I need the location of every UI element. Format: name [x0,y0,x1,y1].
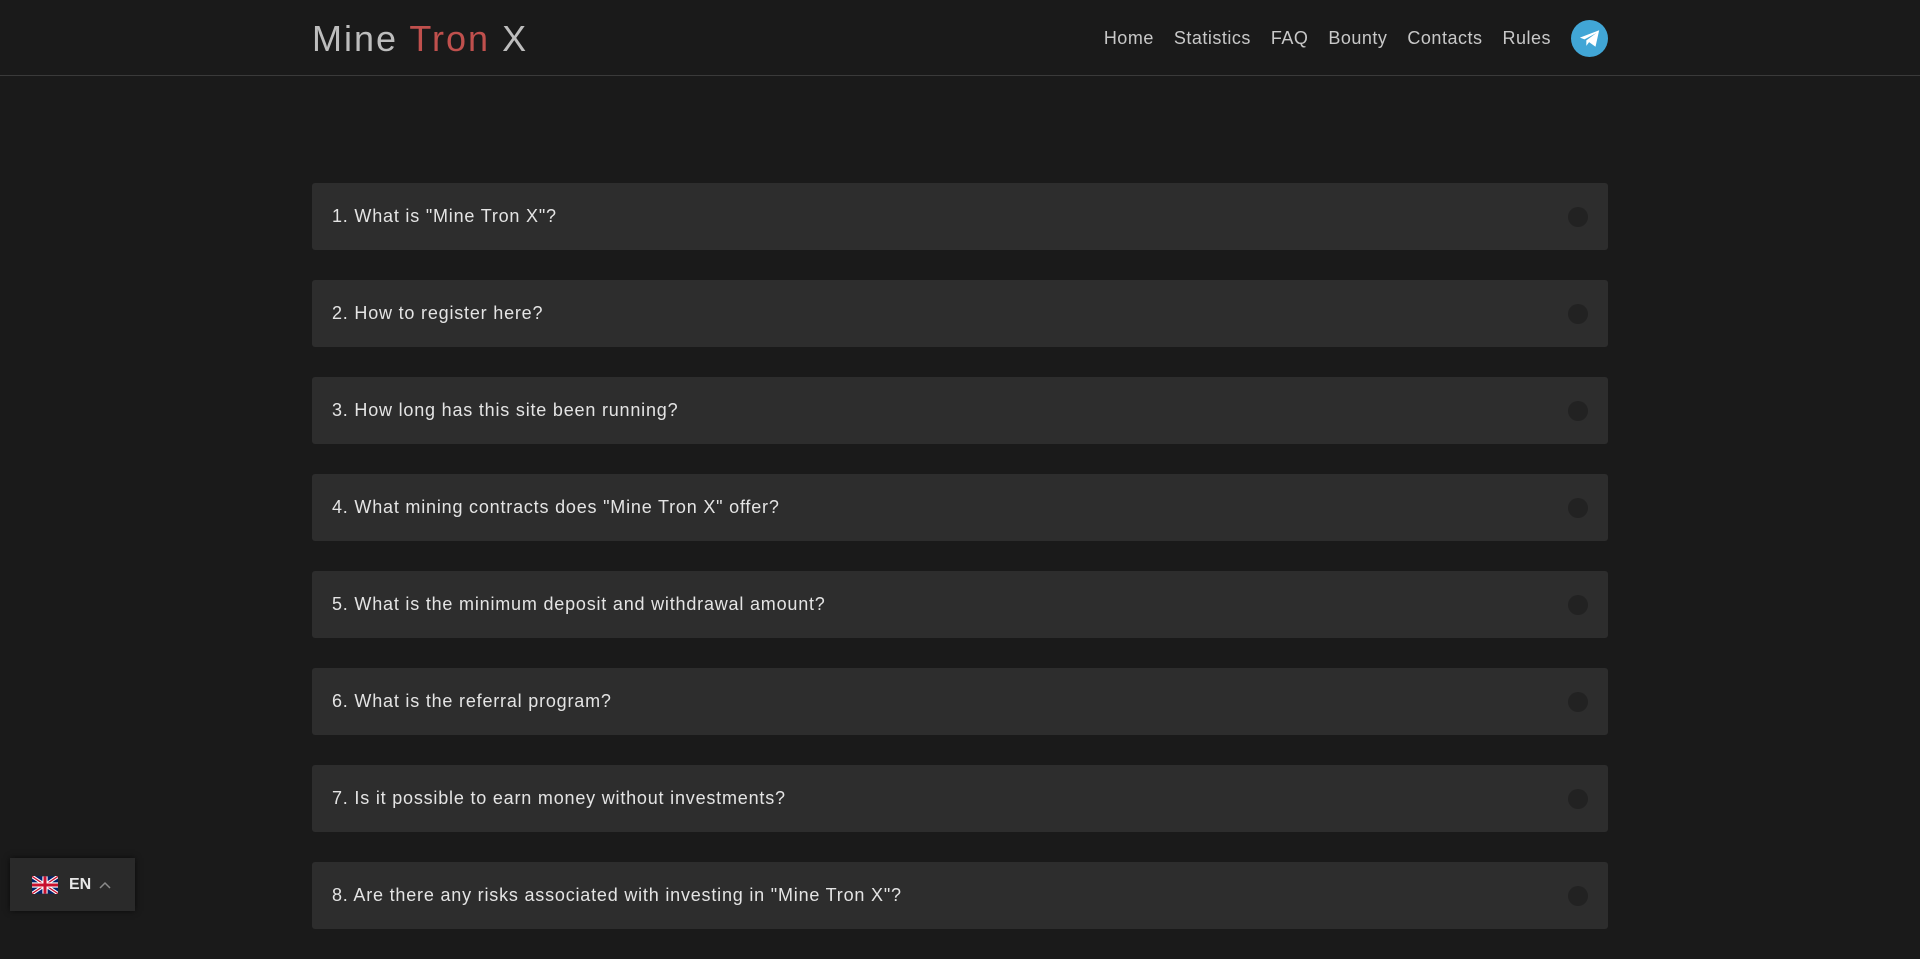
expand-toggle-icon[interactable] [1568,886,1588,906]
main-nav: Home Statistics FAQ Bounty Contacts Rule… [1104,19,1608,57]
nav-bounty[interactable]: Bounty [1328,19,1387,57]
language-code: EN [69,875,92,893]
faq-item[interactable]: 4. What mining contracts does "Mine Tron… [312,474,1608,541]
faq-question: 7. Is it possible to earn money without … [332,788,786,808]
nav-home[interactable]: Home [1104,19,1154,57]
faq-question: 8. Are there any risks associated with i… [332,885,902,905]
faq-question: 2. How to register here? [332,303,544,323]
chevron-up-icon [99,881,111,889]
expand-toggle-icon[interactable] [1568,789,1588,809]
faq-item[interactable]: 7. Is it possible to earn money without … [312,765,1608,832]
site-header: Mine Tron X Home Statistics FAQ Bounty C… [0,0,1920,76]
faq-item[interactable]: 6. What is the referral program? [312,668,1608,735]
faq-item[interactable]: 5. What is the minimum deposit and withd… [312,571,1608,638]
expand-toggle-icon[interactable] [1568,692,1588,712]
expand-toggle-icon[interactable] [1568,401,1588,421]
faq-item[interactable]: 8. Are there any risks associated with i… [312,862,1608,929]
logo-part-x: X [490,18,529,59]
expand-toggle-icon[interactable] [1568,207,1588,227]
nav-rules[interactable]: Rules [1502,19,1551,57]
language-switcher[interactable]: EN [10,858,135,911]
faq-item[interactable]: 1. What is "Mine Tron X"? [312,183,1608,250]
site-logo[interactable]: Mine Tron X [312,17,528,61]
nav-contacts[interactable]: Contacts [1407,19,1482,57]
faq-item[interactable]: 3. How long has this site been running? [312,377,1608,444]
telegram-icon[interactable] [1571,19,1608,57]
expand-toggle-icon[interactable] [1568,498,1588,518]
uk-flag-icon [32,875,58,894]
logo-part-tron: Tron [409,18,491,59]
faq-question: 3. How long has this site been running? [332,400,679,420]
logo-part-mine: Mine [312,18,410,59]
expand-toggle-icon[interactable] [1568,595,1588,615]
faq-question: 6. What is the referral program? [332,691,612,711]
faq-question: 4. What mining contracts does "Mine Tron… [332,497,780,517]
faq-question: 5. What is the minimum deposit and withd… [332,594,826,614]
nav-faq[interactable]: FAQ [1271,19,1309,57]
expand-toggle-icon[interactable] [1568,304,1588,324]
faq-question: 1. What is "Mine Tron X"? [332,206,557,226]
faq-list: 1. What is "Mine Tron X"? 2. How to regi… [312,183,1608,959]
faq-item[interactable]: 2. How to register here? [312,280,1608,347]
nav-statistics[interactable]: Statistics [1174,19,1251,57]
